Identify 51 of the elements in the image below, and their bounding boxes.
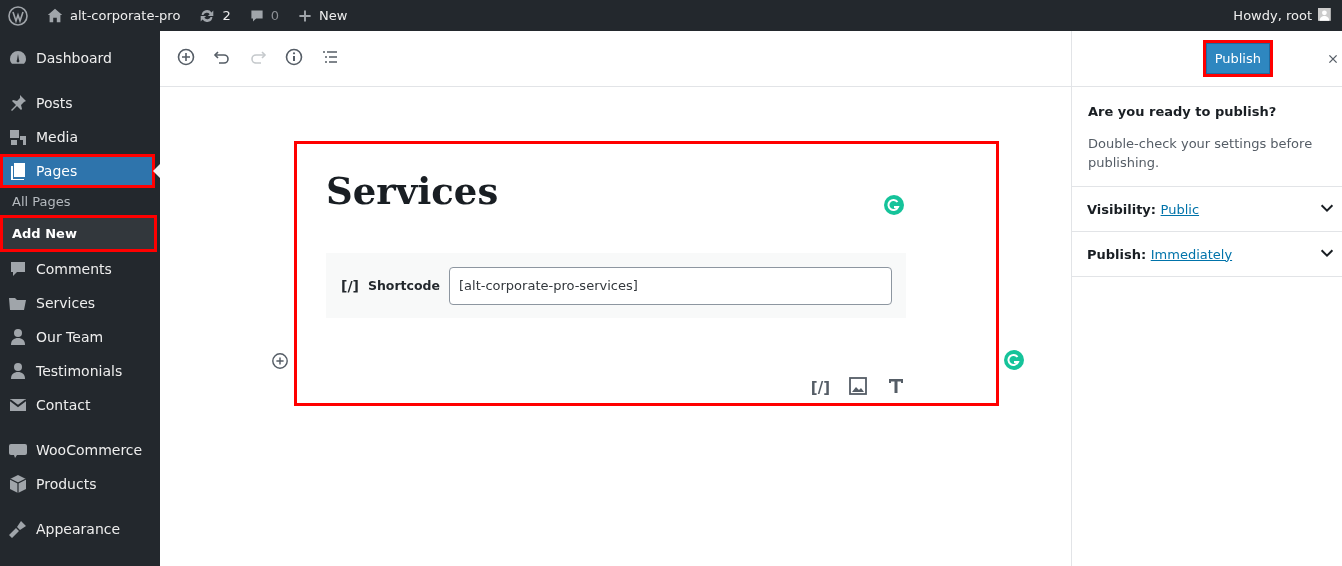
shortcode-tool[interactable]: [/] [810, 379, 830, 397]
comment-icon [248, 7, 265, 24]
menu-item[interactable]: Our Team [0, 320, 160, 354]
shortcode-field[interactable]: [alt-corporate-pro-services] [449, 266, 892, 305]
block-label: Shortcode [367, 278, 440, 293]
grammarly-icon [1004, 350, 1024, 370]
menu-item[interactable]: Testimonials [0, 354, 160, 388]
media-icon [8, 127, 28, 147]
grammarly-icon [884, 195, 904, 215]
menu-item[interactable]: Pages [0, 154, 155, 188]
panel-heading: Are you ready to publish? [1088, 104, 1278, 119]
add-block-icon[interactable] [176, 46, 196, 67]
brush-icon [8, 519, 28, 539]
plus-icon [296, 7, 313, 24]
heading-icon[interactable] [886, 376, 906, 396]
greeting[interactable]: Howdy, root [1233, 8, 1312, 23]
shortcode-glyph: [/] [341, 277, 359, 294]
menu-item[interactable]: WooCommerce [0, 433, 160, 467]
pages-icon [8, 161, 28, 181]
site-name[interactable]: alt-corporate-pro [70, 8, 181, 23]
panel-description: Double-check your settings before publishing. [1088, 135, 1314, 172]
menu-item[interactable]: Contact [0, 388, 160, 422]
submenu-item[interactable]: All Pages [0, 188, 160, 215]
person-icon [8, 327, 28, 347]
menu-item[interactable]: Dashboard [0, 41, 160, 75]
publish-button[interactable]: Publish [1202, 40, 1273, 77]
logo-icon [8, 5, 28, 26]
update-count[interactable]: 2 [222, 8, 231, 23]
box-icon [8, 474, 28, 494]
info-icon[interactable] [284, 46, 304, 67]
submenu-item[interactable]: Add New [0, 215, 157, 252]
setting-link[interactable]: Immediately [1150, 246, 1233, 262]
avatar-icon [1318, 7, 1334, 24]
page-title[interactable]: Services [326, 166, 967, 236]
home-icon [46, 6, 64, 25]
add-block-icon[interactable] [271, 352, 289, 370]
comment-icon [8, 259, 28, 279]
image-icon[interactable] [848, 376, 868, 396]
setting-link[interactable]: Public [1160, 201, 1200, 217]
person-icon [8, 361, 28, 381]
menu-item[interactable]: Posts [0, 86, 160, 120]
setting-label: Publish: Immediately [1087, 246, 1233, 262]
menu-item[interactable]: Products [0, 467, 160, 501]
menu-item[interactable]: Media [0, 120, 160, 154]
menu-item[interactable]: Appearance [0, 512, 160, 546]
menu-item[interactable]: Services [0, 286, 160, 320]
setting-label: Visibility: Public [1087, 201, 1200, 217]
close-icon[interactable] [1327, 52, 1339, 65]
new-link[interactable]: New [318, 8, 348, 23]
menu-item[interactable]: Comments [0, 252, 160, 286]
comment-count[interactable]: 0 [270, 8, 279, 23]
